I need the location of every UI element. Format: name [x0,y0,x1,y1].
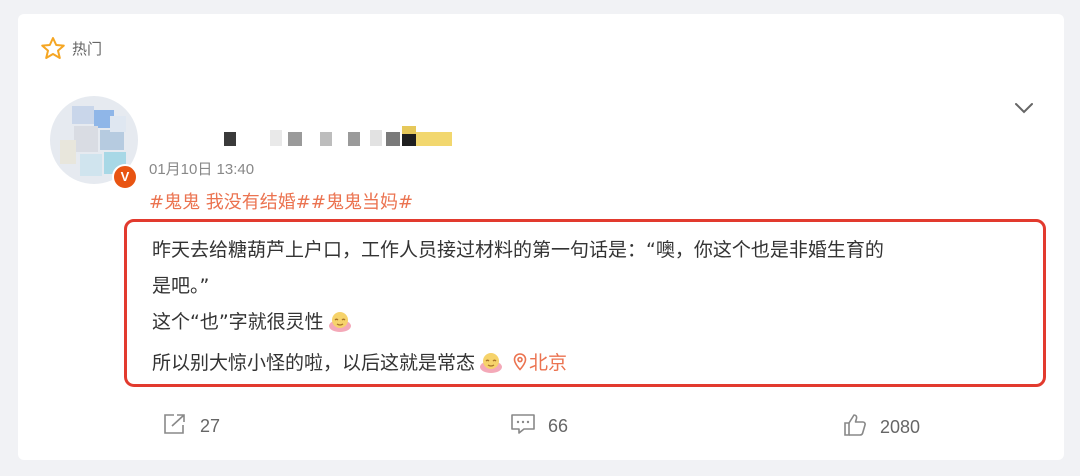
post-topics: #鬼鬼 我没有结婚##鬼鬼当妈# [149,188,413,214]
lotus-emoji-icon [479,350,503,386]
location-label: 北京 [529,352,568,374]
topic-link[interactable]: #鬼鬼当妈# [311,192,413,213]
star-outline-icon [40,36,66,60]
thumbs-up-icon [842,412,868,443]
share-icon [162,412,188,441]
content-line: 所以别大惊小怪的啦，以后这就是常态 北京 [152,345,1023,386]
content-line: 是吧。” [152,275,210,297]
share-button[interactable]: 27 [162,412,220,441]
comment-button[interactable]: 66 [510,412,568,441]
verified-badge: V [112,164,138,190]
username-pixelated[interactable] [138,122,458,146]
comment-count: 66 [548,416,569,436]
content-line: 这个“也”字就很灵性 [152,304,1023,345]
location-pin-icon [513,352,529,374]
chevron-down-icon[interactable] [1012,96,1036,120]
post-time: 01月10日 13:40 [149,161,255,178]
hot-section-label: 热门 [72,39,103,58]
like-count: 2080 [880,417,921,437]
topic-link[interactable]: #鬼鬼 我没有结婚# [149,192,311,213]
content-line: 昨天去给糖葫芦上户口，工作人员接过材料的第一句话是：“噢，你这个也是非婚生育的 [152,239,884,261]
post-actions-bar: 27 66 2080 [18,408,1064,448]
share-count: 27 [200,416,221,436]
post-content-highlighted: 昨天去给糖葫芦上户口，工作人员接过材料的第一句话是：“噢，你这个也是非婚生育的 … [124,219,1046,387]
lotus-emoji-icon [328,309,352,345]
like-button[interactable]: 2080 [842,412,920,443]
post-card: 热门 V 01月10日 13:40 #鬼鬼 我没有结婚##鬼鬼当妈# 昨天去给糖… [18,14,1064,460]
location-link[interactable]: 北京 [513,352,567,374]
hot-section-header: 热门 [40,36,102,60]
comment-icon [510,412,536,441]
